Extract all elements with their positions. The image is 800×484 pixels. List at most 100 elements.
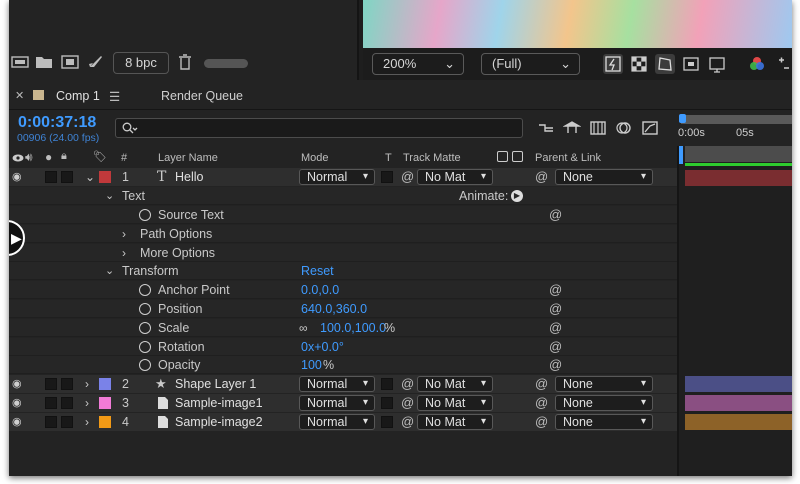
graph-editor-icon[interactable] (641, 120, 659, 136)
mode-dropdown[interactable]: Normal ▾ (299, 376, 375, 392)
mask-visibility-icon[interactable] (655, 54, 675, 74)
lock-switch[interactable] (61, 171, 73, 183)
opacity-value[interactable]: 100 (301, 356, 322, 374)
playhead-marker[interactable] (679, 146, 683, 164)
preserve-transparency-switch[interactable] (381, 378, 393, 390)
project-scroll-indicator[interactable] (204, 59, 248, 68)
stopwatch-icon[interactable] (139, 341, 151, 353)
tab-render-queue[interactable]: Render Queue (161, 89, 243, 103)
resolution-dropdown[interactable]: (Full) ⌄ (481, 53, 580, 75)
parent-pickwhip-icon[interactable]: @ (535, 375, 548, 393)
eye-icon[interactable]: ◉ (12, 375, 22, 393)
trash-icon[interactable] (176, 54, 194, 70)
label-color-chip[interactable] (99, 397, 111, 409)
preserve-transparency-switch[interactable] (381, 416, 393, 428)
color-channels-icon[interactable] (747, 54, 767, 74)
layer-duration-bar[interactable] (685, 170, 792, 186)
expression-pickwhip-icon[interactable]: @ (549, 300, 562, 318)
panel-menu-icon[interactable]: ☰ (109, 89, 120, 104)
property-more-options[interactable]: › More Options (9, 244, 677, 262)
layer-name[interactable]: Sample-image1 (175, 394, 263, 412)
label-color-chip[interactable] (99, 416, 111, 428)
track-matte-dropdown[interactable]: No Mat ▾ (417, 376, 493, 392)
chevron-right-icon[interactable]: › (85, 394, 89, 412)
property-anchor-point[interactable]: Anchor Point 0.0,0.0 @ (9, 281, 677, 299)
position-value[interactable]: 640.0,360.0 (301, 300, 367, 318)
lock-switch[interactable] (61, 378, 73, 390)
composition-mini-flowchart-icon[interactable] (537, 120, 555, 136)
stopwatch-icon[interactable] (139, 359, 151, 371)
work-area-bar[interactable] (681, 115, 792, 124)
eye-icon[interactable]: ◉ (12, 413, 22, 431)
new-composition-icon[interactable] (61, 54, 79, 70)
parent-pickwhip-icon[interactable]: @ (535, 394, 548, 412)
layer-row[interactable]: ◉ › 4 Sample-image2 Normal ▾ @ No Mat ▾ @ … (9, 413, 677, 431)
work-area-start-handle[interactable] (679, 114, 686, 123)
matte-pickwhip-icon[interactable]: @ (401, 394, 414, 412)
constrain-proportions-link-icon[interactable]: ∞ (299, 319, 308, 337)
matte-pickwhip-icon[interactable]: @ (401, 375, 414, 393)
property-source-text[interactable]: Source Text @ (9, 206, 677, 224)
track-matte-dropdown[interactable]: No Mat ▾ (417, 395, 493, 411)
chevron-right-icon[interactable]: › (85, 375, 89, 393)
lock-switch[interactable] (61, 416, 73, 428)
solo-switch[interactable] (45, 397, 57, 409)
draft-3d-icon[interactable] (563, 120, 581, 136)
parent-pickwhip-icon[interactable]: @ (535, 168, 548, 186)
track-matte-dropdown[interactable]: No Mat ▾ (417, 414, 493, 430)
chevron-down-icon[interactable]: ⌄ (105, 187, 114, 205)
column-layer-name[interactable]: Layer Name (158, 152, 218, 164)
property-opacity[interactable]: Opacity 100 % @ (9, 356, 677, 374)
expression-pickwhip-icon[interactable]: @ (549, 281, 562, 299)
solo-switch[interactable] (45, 416, 57, 428)
render-rocket-icon[interactable] (87, 54, 105, 70)
mode-dropdown[interactable]: Normal ▾ (299, 395, 375, 411)
grid-guides-icon[interactable] (707, 54, 727, 74)
mode-dropdown[interactable]: Normal ▾ (299, 169, 375, 185)
animate-label[interactable]: Animate: (459, 187, 508, 205)
chevron-down-icon[interactable]: ⌄ (105, 262, 114, 280)
eye-icon[interactable]: ◉ (12, 394, 22, 412)
parent-pickwhip-icon[interactable]: @ (535, 413, 548, 431)
close-icon[interactable]: ✕ (15, 89, 24, 102)
solo-switch[interactable] (45, 171, 57, 183)
layer-name[interactable]: Sample-image2 (175, 413, 263, 431)
layer-duration-bar[interactable] (685, 395, 792, 411)
property-group-transform[interactable]: ⌄ Transform Reset (9, 262, 677, 280)
stopwatch-icon[interactable] (139, 303, 151, 315)
property-rotation[interactable]: Rotation 0x+0.0° @ (9, 338, 677, 356)
current-time-display[interactable]: 0:00:37:18 (18, 114, 96, 132)
expression-pickwhip-icon[interactable]: @ (549, 319, 562, 337)
layer-row[interactable]: ◉ › 3 Sample-image1 Normal ▾ @ No Mat ▾ @ … (9, 394, 677, 412)
label-color-chip[interactable] (99, 378, 111, 390)
property-path-options[interactable]: › Path Options (9, 225, 677, 243)
preserve-transparency-switch[interactable] (381, 171, 393, 183)
chevron-right-icon[interactable]: › (122, 225, 126, 243)
expression-pickwhip-icon[interactable]: @ (549, 206, 562, 224)
matte-pickwhip-icon[interactable]: @ (401, 168, 414, 186)
eye-icon[interactable]: ◉ (12, 168, 22, 186)
zoom-dropdown[interactable]: 200% ⌄ (372, 53, 464, 75)
preserve-transparency-switch[interactable] (381, 397, 393, 409)
expression-pickwhip-icon[interactable]: @ (549, 338, 562, 356)
parent-dropdown[interactable]: None ▾ (555, 395, 653, 411)
motion-blur-icon[interactable] (615, 120, 633, 136)
folder-icon[interactable] (35, 54, 53, 70)
parent-dropdown[interactable]: None ▾ (555, 414, 653, 430)
matte-pickwhip-icon[interactable]: @ (401, 413, 414, 431)
interpret-footage-icon[interactable] (11, 54, 29, 70)
frame-blending-icon[interactable] (589, 120, 607, 136)
track-matte-dropdown[interactable]: No Mat ▾ (417, 169, 493, 185)
mode-dropdown[interactable]: Normal ▾ (299, 414, 375, 430)
parent-dropdown[interactable]: None ▾ (555, 169, 653, 185)
animate-play-icon[interactable]: ▶ (511, 190, 523, 202)
expression-pickwhip-icon[interactable]: @ (549, 356, 562, 374)
lock-switch[interactable] (61, 397, 73, 409)
layer-search-input[interactable] (115, 118, 523, 138)
bit-depth-button[interactable]: 8 bpc (113, 52, 169, 74)
layer-row[interactable]: ◉ ⌄ 1 T Hello Normal ▾ @ No Mat ▾ @ None ▾ (9, 168, 677, 186)
rotation-value[interactable]: 0x+0.0° (301, 338, 344, 356)
chevron-right-icon[interactable]: › (122, 244, 126, 262)
solo-switch[interactable] (45, 378, 57, 390)
exposure-icon[interactable] (773, 54, 792, 74)
